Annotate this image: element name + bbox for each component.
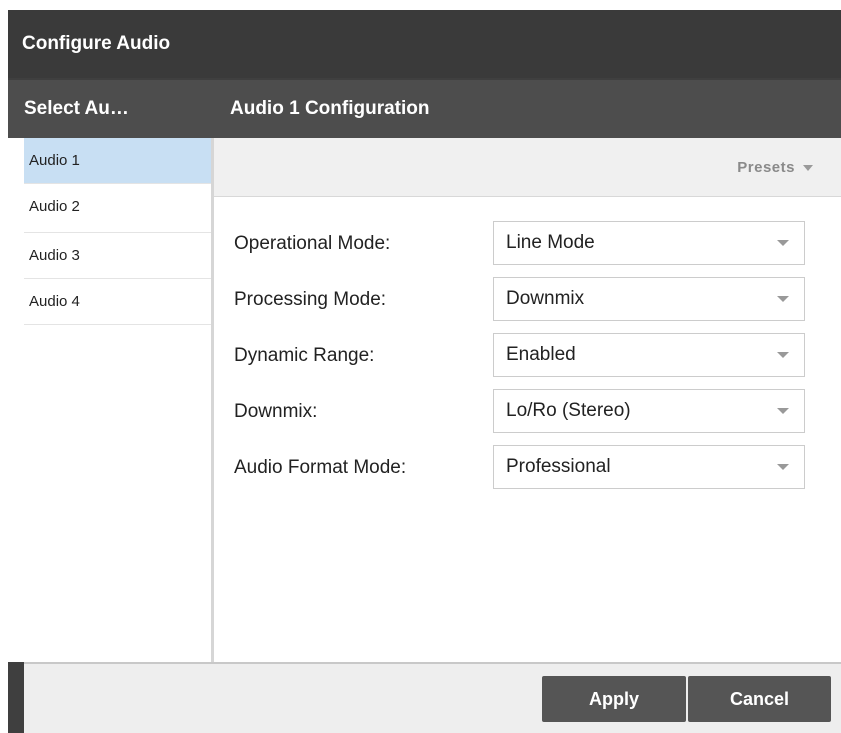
select-audio-heading: Select Au… (24, 98, 129, 119)
audio-format-mode-row: Audio Format Mode: Professional (214, 445, 841, 491)
cancel-button[interactable]: Cancel (688, 676, 831, 722)
downmix-label: Downmix: (234, 401, 318, 422)
dialog-title: Configure Audio (8, 10, 841, 78)
operational-mode-value: Line Mode (506, 232, 595, 253)
presets-dropdown[interactable]: Presets (737, 138, 813, 197)
processing-mode-select[interactable]: Downmix (493, 277, 805, 321)
audio-configuration-panel: Presets Operational Mode: Line Mode Proc… (214, 138, 841, 662)
operational-mode-row: Operational Mode: Line Mode (214, 221, 841, 267)
presets-toolbar: Presets (214, 138, 841, 197)
audio-format-mode-value: Professional (506, 456, 611, 477)
downmix-row: Downmix: Lo/Ro (Stereo) (214, 389, 841, 435)
operational-mode-label: Operational Mode: (234, 233, 391, 254)
column-header-row: Select Au… Audio 1 Configuration (8, 80, 841, 138)
dynamic-range-value: Enabled (506, 344, 576, 365)
dynamic-range-row: Dynamic Range: Enabled (214, 333, 841, 379)
audio-format-mode-label: Audio Format Mode: (234, 457, 407, 478)
processing-mode-row: Processing Mode: Downmix (214, 277, 841, 323)
sidebar-item-audio-2[interactable]: Audio 2 (24, 184, 211, 233)
dynamic-range-select[interactable]: Enabled (493, 333, 805, 377)
operational-mode-select[interactable]: Line Mode (493, 221, 805, 265)
dynamic-range-label: Dynamic Range: (234, 345, 375, 366)
chevron-down-icon (777, 240, 789, 246)
dialog-body: Audio 1 Audio 2 Audio 3 Audio 4 Presets … (8, 138, 841, 662)
processing-mode-label: Processing Mode: (234, 289, 387, 310)
chevron-down-icon (777, 352, 789, 358)
sidebar-item-audio-1[interactable]: Audio 1 (24, 138, 211, 184)
chevron-down-icon (777, 464, 789, 470)
audio-format-mode-select[interactable]: Professional (493, 445, 805, 489)
downmix-value: Lo/Ro (Stereo) (506, 400, 631, 421)
downmix-select[interactable]: Lo/Ro (Stereo) (493, 389, 805, 433)
dialog-footer: Apply Cancel (24, 662, 841, 733)
chevron-down-icon (803, 165, 813, 172)
processing-mode-value: Downmix (506, 288, 585, 309)
apply-button[interactable]: Apply (542, 676, 686, 722)
sidebar-item-audio-4[interactable]: Audio 4 (24, 279, 211, 325)
configure-audio-dialog: Configure Audio Select Au… Audio 1 Confi… (8, 10, 841, 733)
chevron-down-icon (777, 408, 789, 414)
presets-label: Presets (737, 159, 795, 176)
chevron-down-icon (777, 296, 789, 302)
audio-configuration-heading: Audio 1 Configuration (230, 98, 430, 119)
sidebar-item-audio-3[interactable]: Audio 3 (24, 233, 211, 279)
audio-list: Audio 1 Audio 2 Audio 3 Audio 4 (24, 138, 214, 662)
